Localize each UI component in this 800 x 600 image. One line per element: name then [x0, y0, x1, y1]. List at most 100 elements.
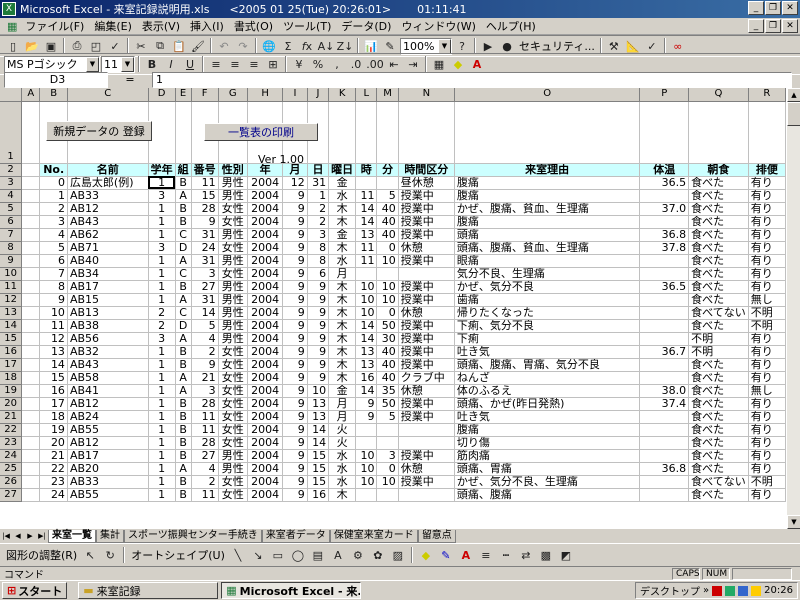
data-cell[interactable]: 9 [282, 449, 308, 463]
data-cell[interactable] [355, 423, 378, 437]
dash-style-icon[interactable]: ┅ [497, 546, 515, 564]
cell[interactable] [21, 462, 41, 476]
column-header[interactable]: L [355, 88, 378, 102]
data-cell[interactable]: 28 [191, 202, 219, 216]
doc-minimize-button[interactable]: _ [748, 19, 764, 33]
data-cell[interactable]: 休憩 [398, 241, 455, 255]
data-cell[interactable]: 11 [191, 176, 219, 190]
3d-icon[interactable]: ◩ [557, 546, 575, 564]
data-cell[interactable]: 9 [282, 436, 308, 450]
data-cell[interactable]: 授業中 [398, 202, 455, 216]
data-cell[interactable]: 授業中 [398, 189, 455, 203]
data-cell[interactable]: B [175, 475, 192, 489]
cell[interactable] [21, 449, 41, 463]
data-cell[interactable]: 食べた [688, 358, 749, 372]
column-header[interactable]: D [148, 88, 176, 102]
cell[interactable] [21, 436, 41, 450]
menu-item-6[interactable]: データ(D) [336, 18, 396, 34]
data-cell[interactable]: 40 [376, 358, 399, 372]
tray-chevron-icon[interactable]: » [703, 585, 709, 596]
data-cell[interactable] [639, 423, 690, 437]
row-header[interactable]: 23 [0, 436, 23, 450]
data-cell[interactable] [639, 267, 690, 281]
worksheet-grid[interactable]: A B C D E F G H I J K L M N O P Q R 1 2 No. 名前 学年組番号 性別年月日曜日時分時… [0, 88, 786, 529]
data-cell[interactable]: 9 [282, 228, 308, 242]
column-header[interactable]: I [282, 88, 308, 102]
data-cell[interactable]: 14 [355, 384, 378, 398]
data-cell[interactable]: 2 [148, 319, 176, 333]
data-cell[interactable]: 6 [39, 254, 68, 268]
data-cell[interactable]: 頭痛、腹痛、胃痛、気分不良 [454, 358, 641, 372]
data-cell[interactable]: 休憩 [398, 384, 455, 398]
data-cell[interactable]: 有り [748, 280, 786, 294]
data-cell[interactable]: 31 [191, 254, 219, 268]
data-cell[interactable]: 1 [148, 462, 176, 476]
data-cell[interactable]: 1 [148, 475, 176, 489]
excel-app-icon[interactable]: X [2, 2, 16, 16]
cell[interactable] [21, 228, 41, 242]
cell[interactable] [148, 101, 176, 164]
data-cell[interactable]: 有り [748, 358, 786, 372]
data-cell[interactable]: 14 [355, 215, 378, 229]
autoshape-menu[interactable]: オートシェイプ(U) [129, 547, 227, 563]
data-cell[interactable]: 不明 [748, 306, 786, 320]
data-cell[interactable]: 9 [282, 488, 308, 502]
data-cell[interactable]: 金 [328, 176, 357, 190]
desktop-toolbar-label[interactable]: デスクトップ [640, 583, 700, 598]
data-cell[interactable]: A [175, 462, 192, 476]
sheet-tab-0[interactable]: 来室一覧 [48, 529, 96, 543]
column-header[interactable]: B [39, 88, 68, 102]
cell[interactable] [21, 371, 41, 385]
data-cell[interactable]: 男性 [218, 449, 248, 463]
data-cell[interactable]: 1 [148, 215, 176, 229]
data-cell[interactable]: 1 [148, 449, 176, 463]
data-cell[interactable]: 19 [39, 423, 68, 437]
data-cell[interactable]: 無し [748, 384, 786, 398]
menu-item-8[interactable]: ヘルプ(H) [481, 18, 541, 34]
data-cell[interactable]: 有り [748, 215, 786, 229]
select-objects-icon[interactable]: ↖ [81, 546, 99, 564]
cell[interactable] [175, 101, 192, 164]
data-cell[interactable]: 18 [39, 410, 68, 424]
data-cell[interactable]: かぜ、気分不良、生理痛 [454, 475, 641, 489]
next-sheet-icon[interactable]: ▶ [24, 530, 36, 542]
data-cell[interactable]: 9 [282, 254, 308, 268]
data-cell[interactable]: 8 [39, 280, 68, 294]
sheet-tab-5[interactable]: 留意点 [417, 529, 456, 543]
scroll-up-icon[interactable]: ▲ [787, 88, 800, 102]
data-cell[interactable] [639, 306, 690, 320]
data-cell[interactable]: 頭痛、腹痛、貧血、生理痛 [454, 241, 641, 255]
header-cell[interactable]: 名前 [67, 163, 149, 177]
data-cell[interactable]: 10 [355, 306, 378, 320]
data-cell[interactable]: 男性 [218, 306, 248, 320]
data-cell[interactable]: A [175, 254, 192, 268]
data-cell[interactable]: 木 [328, 332, 357, 346]
cell[interactable] [21, 319, 41, 333]
data-cell[interactable]: 2004 [247, 202, 284, 216]
wordart-icon[interactable]: A [329, 546, 347, 564]
data-cell[interactable]: 男性 [218, 319, 248, 333]
data-cell[interactable]: 木 [328, 293, 357, 307]
data-cell[interactable]: AB56 [67, 332, 149, 346]
tray-clock[interactable]: 20:26 [764, 585, 793, 596]
data-cell[interactable]: 15 [39, 371, 68, 385]
data-cell[interactable]: B [175, 358, 192, 372]
cell[interactable] [376, 101, 399, 164]
vertical-scrollbar[interactable]: ▲ ▼ [786, 88, 800, 529]
data-cell[interactable]: 9 [191, 215, 219, 229]
minimize-button[interactable]: _ [748, 1, 764, 15]
data-cell[interactable]: AB55 [67, 488, 149, 502]
row-header[interactable]: 11 [0, 280, 23, 294]
data-cell[interactable]: 有り [748, 189, 786, 203]
data-cell[interactable]: 食べた [688, 384, 749, 398]
data-cell[interactable]: 休憩 [398, 306, 455, 320]
data-cell[interactable]: 37.4 [639, 397, 690, 411]
data-cell[interactable]: 1 [148, 254, 176, 268]
data-cell[interactable]: 授業中 [398, 215, 455, 229]
shadow-icon[interactable]: ▩ [537, 546, 555, 564]
data-cell[interactable]: 食べてない [688, 306, 749, 320]
cell[interactable] [328, 101, 357, 164]
row-header[interactable]: 17 [0, 358, 23, 372]
data-cell[interactable]: 1 [148, 345, 176, 359]
data-cell[interactable]: 不明 [688, 332, 749, 346]
